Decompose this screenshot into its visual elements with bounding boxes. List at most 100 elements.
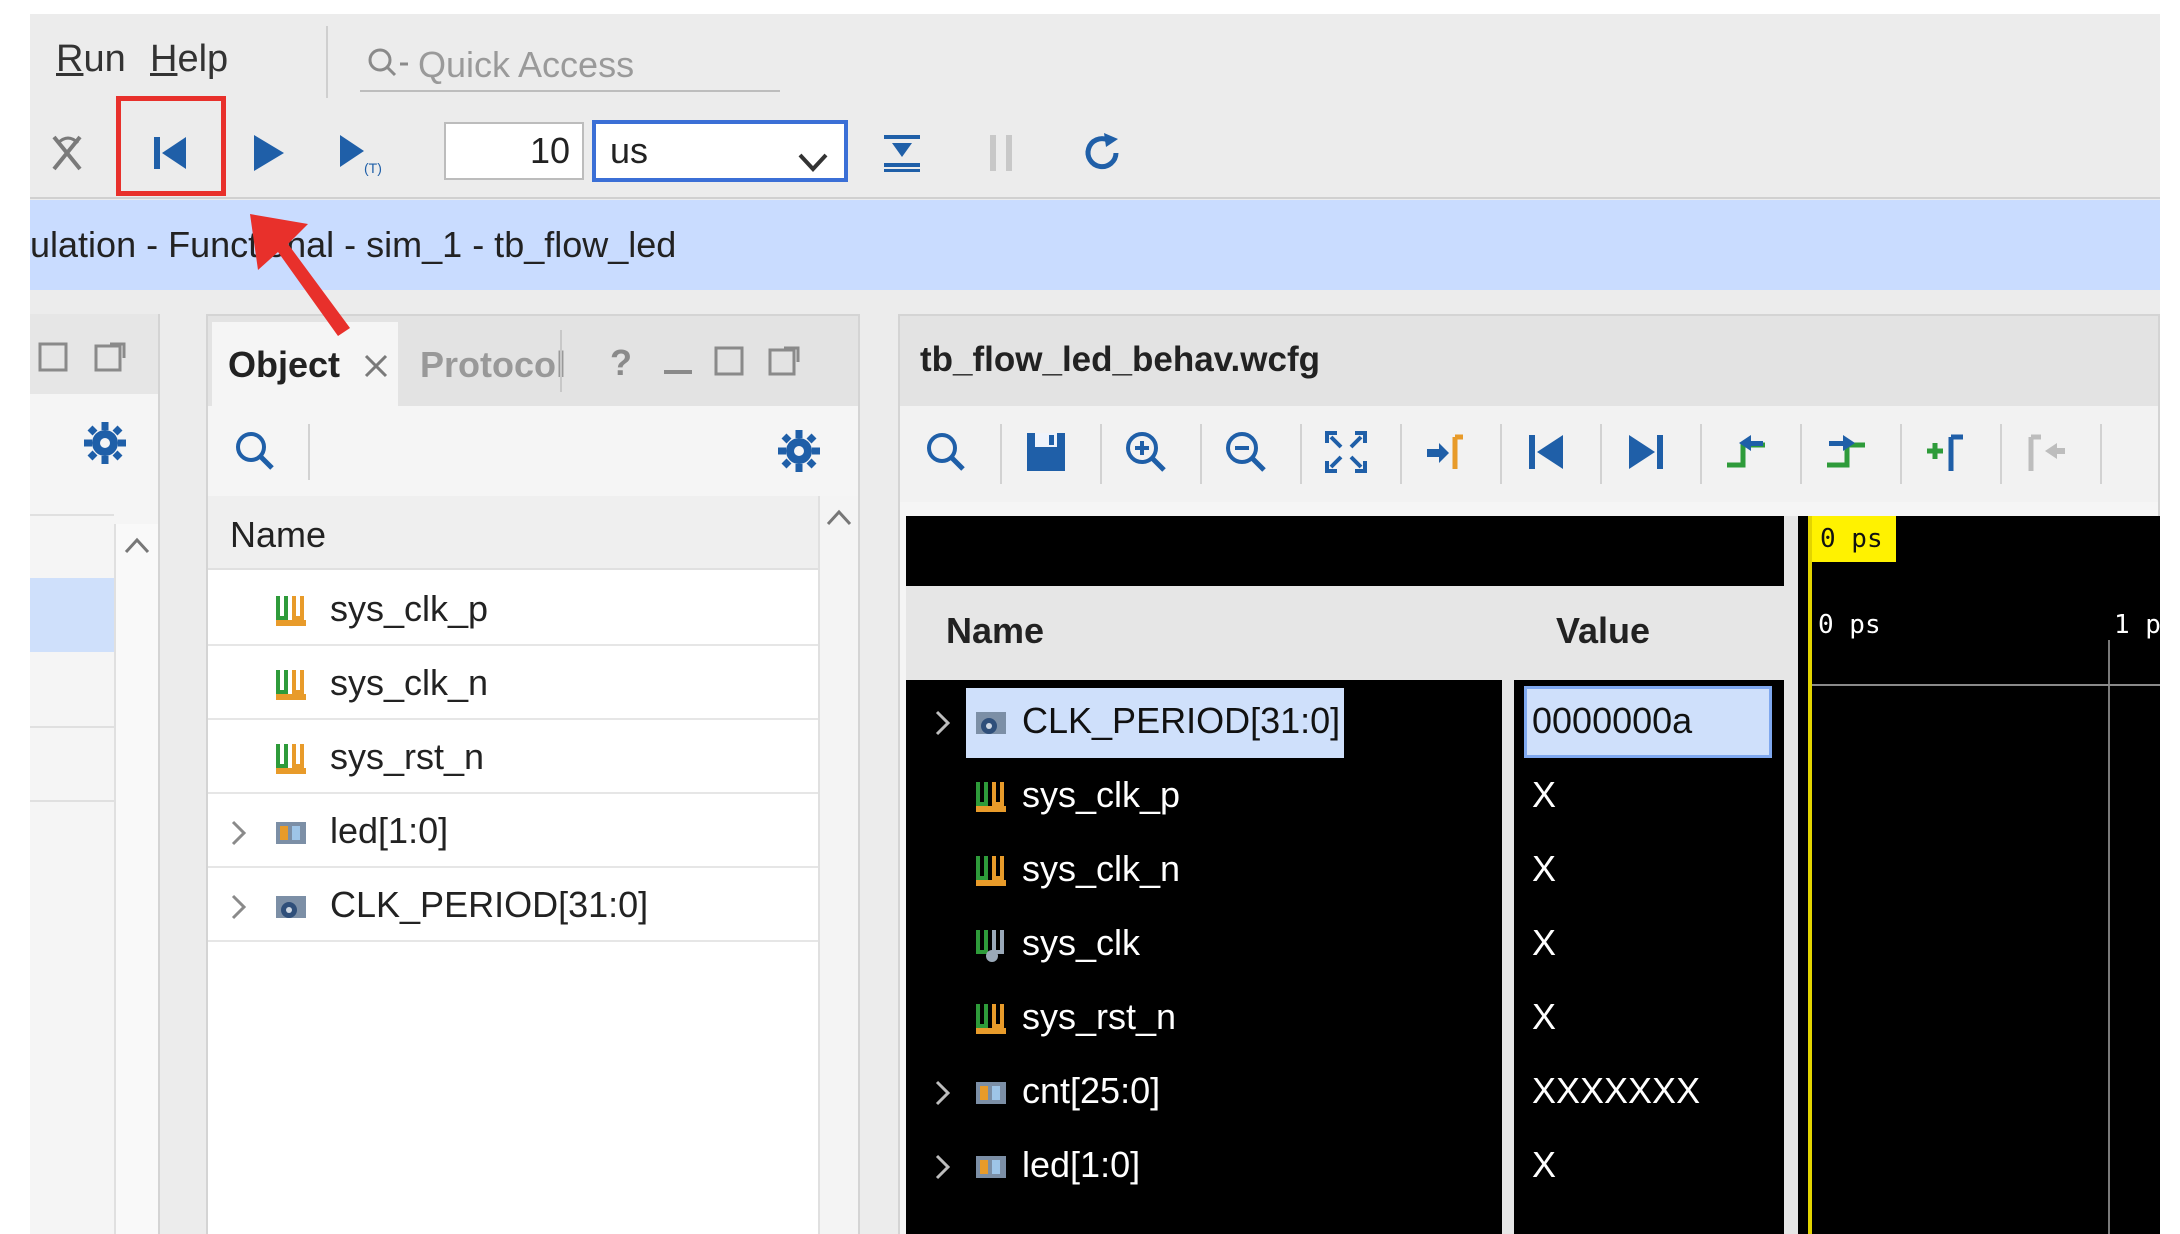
waveform-signal-row[interactable]: sys_clk X — [906, 906, 1784, 980]
bus-icon — [972, 1148, 1010, 1191]
waveform-signal-row[interactable]: sys_rst_n X — [906, 980, 1784, 1054]
red-arrow-annotation — [250, 210, 370, 345]
run-time-input[interactable]: 10 — [444, 122, 584, 180]
toolbar-separator — [1000, 424, 1002, 484]
chevron-down-icon — [796, 138, 830, 192]
toolbar-separator — [1200, 424, 1202, 484]
signal-name: cnt[25:0] — [1022, 1070, 1161, 1111]
refresh-icon — [1078, 129, 1126, 182]
zoom-fit-button[interactable] — [1314, 422, 1378, 486]
object-name: CLK_PERIOD[31:0] — [330, 884, 649, 925]
go-to-time-zero-button[interactable] — [1514, 422, 1578, 486]
signal-name: sys_rst_n — [1022, 996, 1177, 1037]
minimize-icon[interactable] — [660, 344, 696, 383]
value-column-header[interactable]: Value — [1514, 586, 1784, 680]
menu-help[interactable]: Help — [150, 38, 228, 81]
expand-chevron-icon[interactable] — [932, 1078, 954, 1113]
break-icon — [44, 129, 92, 182]
signal-value: X — [1532, 922, 1557, 963]
maximize-icon[interactable] — [36, 340, 70, 379]
float-icon[interactable] — [92, 340, 128, 379]
settings-gear-icon[interactable] — [82, 420, 128, 471]
maximize-icon[interactable] — [712, 344, 746, 383]
object-list-row[interactable]: sys_clk_p — [208, 572, 818, 646]
expand-chevron-icon[interactable] — [228, 892, 250, 927]
parameter-icon — [272, 888, 310, 931]
waveform-timeline[interactable]: 0 ps 0 ps 1 p — [1798, 516, 2160, 1234]
next-transition-button[interactable] — [1814, 422, 1878, 486]
settings-gear-icon[interactable] — [776, 428, 822, 479]
scroll-up-icon[interactable] — [824, 506, 854, 533]
zoom-in-button[interactable] — [1114, 422, 1178, 486]
object-name: sys_clk_n — [330, 662, 489, 703]
go-to-last-time-button[interactable] — [1614, 422, 1678, 486]
waveform-signal-row[interactable]: CLK_PERIOD[31:0] 0000000a — [906, 684, 1784, 758]
object-list-scrollbar[interactable] — [818, 496, 858, 1234]
zoom-out-button[interactable] — [1214, 422, 1278, 486]
scope-row-selected[interactable] — [30, 578, 114, 652]
search-icon[interactable] — [232, 428, 278, 479]
menu-separator — [326, 26, 328, 98]
toolbar-separator — [1900, 424, 1902, 484]
waveform-signal-row[interactable]: led[1:0] X — [906, 1128, 1784, 1202]
previous-transition-button[interactable] — [1714, 422, 1778, 486]
toolbar-separator — [308, 424, 310, 480]
time-unit-select[interactable]: us — [592, 120, 848, 182]
waveform-toolbar — [900, 406, 2158, 502]
value-column-splitter[interactable] — [1784, 516, 1798, 1234]
object-list-header: Name — [208, 496, 818, 570]
break-button[interactable] — [36, 123, 100, 187]
expand-chevron-icon[interactable] — [932, 1152, 954, 1187]
save-button[interactable] — [1014, 422, 1078, 486]
waveform-tab[interactable]: tb_flow_led_behav.wcfg — [900, 316, 2158, 406]
help-icon[interactable]: ? — [610, 342, 632, 384]
signal-name: sys_clk_p — [1022, 774, 1181, 815]
object-search-row — [208, 406, 858, 496]
tab-object-label: Object — [228, 344, 341, 385]
expand-chevron-icon[interactable] — [228, 818, 250, 853]
tab-protocol[interactable]: Protocol — [420, 344, 566, 386]
waveform-signal-row[interactable]: sys_clk_n X — [906, 832, 1784, 906]
run-all-button[interactable] — [236, 123, 300, 187]
play-icon — [244, 129, 292, 182]
object-list-row[interactable]: sys_clk_n — [208, 646, 818, 720]
signal-icon — [272, 592, 310, 635]
signal-value: X — [1532, 996, 1557, 1037]
object-list: Name sys_clk_p sys_clk_n sys_rst_n led[1:0]… — [208, 496, 818, 1234]
add-marker-button[interactable] — [1914, 422, 1978, 486]
tab-separator — [560, 330, 562, 392]
column-header-name[interactable]: Name — [230, 514, 326, 556]
toolbar-separator — [1700, 424, 1702, 484]
waveform-file-title: tb_flow_led_behav.wcfg — [920, 340, 1320, 379]
scope-scrollbar[interactable] — [114, 524, 158, 1234]
vivado-window: Run Help Quick Access (T) 10 us ulation … — [30, 14, 2160, 1234]
toolbar-separator — [1100, 424, 1102, 484]
object-list-row[interactable]: led[1:0] — [208, 794, 818, 868]
run-for-button[interactable]: (T) — [330, 123, 394, 187]
object-list-row[interactable]: CLK_PERIOD[31:0] — [208, 868, 818, 942]
waveform-signal-row[interactable]: cnt[25:0] XXXXXXX — [906, 1054, 1784, 1128]
step-button[interactable] — [870, 123, 934, 187]
bus-icon — [272, 814, 310, 857]
waveform-signal-row[interactable]: sys_clk_p X — [906, 758, 1784, 832]
scroll-up-icon[interactable] — [122, 534, 152, 561]
float-icon[interactable] — [766, 344, 802, 383]
pause-button[interactable] — [970, 123, 1034, 187]
signal-name: CLK_PERIOD[31:0] — [1022, 700, 1341, 741]
name-column-header[interactable]: Name — [906, 586, 1502, 680]
previous-marker-button[interactable] — [2014, 422, 2078, 486]
quick-access-placeholder: Quick Access — [418, 44, 635, 85]
search-button[interactable] — [914, 422, 978, 486]
signal-icon — [972, 1000, 1010, 1043]
expand-chevron-icon[interactable] — [932, 708, 954, 743]
time-cursor-line[interactable] — [1808, 516, 1812, 1234]
object-name: sys_rst_n — [330, 736, 485, 777]
quick-access-search[interactable]: Quick Access — [360, 32, 780, 92]
menu-run[interactable]: Run — [56, 38, 126, 81]
relaunch-button[interactable] — [1070, 123, 1134, 187]
signal-value: X — [1532, 774, 1557, 815]
toolbar-separator — [1400, 424, 1402, 484]
close-icon[interactable] — [362, 352, 390, 385]
object-list-row[interactable]: sys_rst_n — [208, 720, 818, 794]
go-to-cursor-button[interactable] — [1414, 422, 1478, 486]
